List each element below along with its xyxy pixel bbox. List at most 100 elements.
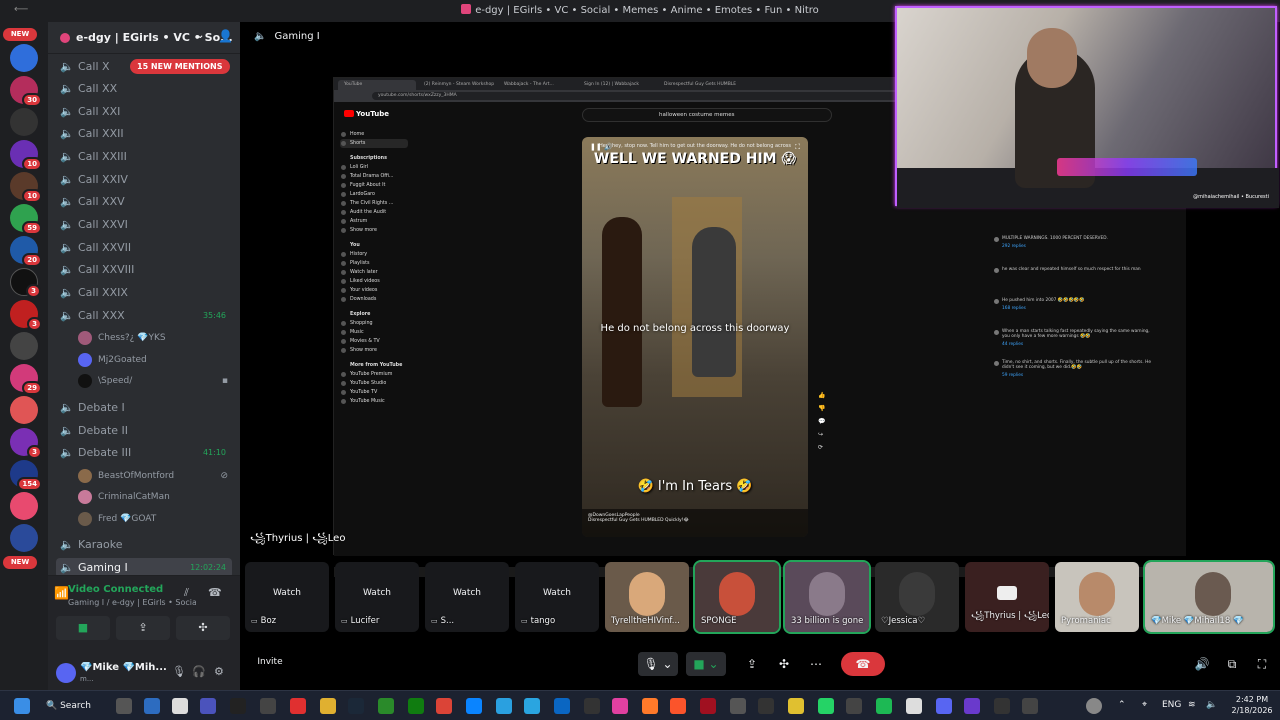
activities-button[interactable]: ✣ (176, 616, 230, 640)
brave-icon[interactable] (670, 698, 686, 714)
subscriptions-heading[interactable]: Subscriptions (340, 154, 408, 163)
server-icon-4[interactable]: 10 (10, 140, 42, 171)
app-icon[interactable] (144, 698, 160, 714)
voice-user[interactable]: Mj2Goated (78, 350, 228, 370)
sidebar-item[interactable]: YouTube Premium (340, 370, 408, 379)
voice-user[interactable]: Chess?¿ 💎YKS (78, 328, 228, 348)
channel-call-xxv[interactable]: 🔈 Call XXV (56, 192, 232, 212)
channel-call-xxiii[interactable]: 🔈 Call XXIII (56, 147, 232, 167)
spotify-icon[interactable] (876, 698, 892, 714)
server-header[interactable]: e-dgy | EGirls • VC • So... ⌄ 👤 (48, 22, 240, 54)
server-icon-10[interactable] (10, 332, 38, 360)
windows-start-icon[interactable] (14, 698, 30, 714)
sidebar-item-home[interactable]: Home (340, 130, 408, 139)
youtube-logo[interactable]: YouTube (344, 110, 389, 118)
sidebar-item[interactable]: YouTube Music (340, 397, 408, 406)
replies-link[interactable]: 168 replies (1002, 306, 1154, 311)
app-icon[interactable] (642, 698, 658, 714)
channel-debate-i[interactable]: 🔈 Debate I (56, 398, 232, 418)
watch-label[interactable]: Watch (425, 588, 509, 598)
app-icon[interactable] (408, 698, 424, 714)
server-icon-13[interactable]: 3 (10, 428, 42, 459)
invite-button[interactable]: Invite (252, 652, 288, 672)
share-screen-button[interactable]: ⇪ (116, 616, 170, 640)
sidebar-item[interactable]: Music (340, 328, 408, 337)
app-icon[interactable] (260, 698, 276, 714)
app-icon[interactable] (758, 698, 774, 714)
activities-icon[interactable]: ✣ (772, 652, 796, 676)
taskbar-clock[interactable]: 2:42 PM 2/18/2026 (1230, 694, 1274, 716)
camera-button[interactable]: ■ (56, 616, 110, 640)
volume-icon[interactable]: 🔊 (1192, 652, 1212, 676)
browser-tab[interactable]: Disrespectful Guy Gets HUMBLED (658, 80, 736, 90)
url-field[interactable]: youtube.com/shorts/wxZzzy_3HMA (372, 92, 972, 100)
comments-icon[interactable]: 💬 (818, 418, 828, 431)
sidebar-sub[interactable]: LardoGaro (340, 190, 408, 199)
replies-link[interactable]: 59 replies (1002, 373, 1154, 378)
participant-tile[interactable]: 💎Mike 💎Mihail18 💎 (1143, 560, 1275, 634)
settings-gear-icon[interactable]: ⚙ (214, 665, 224, 678)
participant-tile[interactable]: ♡Jessica♡ (875, 562, 959, 632)
fullscreen-icon[interactable]: ⛶ (1252, 652, 1272, 676)
server-icon-5[interactable]: 10 (10, 172, 42, 203)
microphone-button[interactable]: 🎙 ⌄ (638, 652, 678, 676)
steam-icon[interactable] (348, 698, 364, 714)
participant-tile[interactable]: Watch ▭ tango (515, 562, 599, 632)
share-screen-icon[interactable]: ⇪ (740, 652, 764, 676)
popout-icon[interactable]: ⧉ (1222, 652, 1242, 676)
voice-user[interactable]: Fred 💎GOAT (78, 509, 228, 529)
voice-channel-path[interactable]: Gaming I / e-dgy | EGirls • Social... (68, 598, 196, 607)
server-icon-8[interactable]: 3 (10, 268, 41, 298)
sidebar-item[interactable]: YouTube Studio (340, 379, 408, 388)
channel-call-xxx[interactable]: 🔈 Call XXX 35:46 (56, 306, 232, 326)
language-indicator[interactable]: ENG (1162, 700, 1181, 710)
disconnect-button[interactable]: ☎ (841, 652, 885, 676)
linkedin-icon[interactable] (554, 698, 570, 714)
add-user-icon[interactable]: 👤 (218, 29, 233, 43)
app-icon[interactable] (846, 698, 862, 714)
voice-user[interactable]: BeastOfMontford ⊘ (78, 466, 228, 486)
microphone-icon[interactable]: 🎙 (172, 665, 186, 678)
sidebar-show-more[interactable]: Show more (340, 226, 408, 235)
app-icon[interactable] (612, 698, 628, 714)
like-icon[interactable]: 👍 (818, 392, 828, 405)
app-icon[interactable] (700, 698, 716, 714)
voice-user[interactable]: \Speed/ ▪ (78, 371, 228, 391)
username[interactable]: 💎Mike 💎Mih... (80, 662, 170, 673)
more-options-icon[interactable]: ⋯ (804, 652, 828, 676)
xbox-icon[interactable] (378, 698, 394, 714)
browser-tab[interactable]: (2) Reinmyn - Steam Workshop (418, 80, 496, 90)
disconnect-icon[interactable]: ☎ (208, 586, 222, 599)
sidebar-item[interactable]: YouTube TV (340, 388, 408, 397)
server-icon-6[interactable]: 59 (10, 204, 42, 235)
replies-link[interactable]: 44 replies (1002, 342, 1154, 347)
sidebar-item[interactable]: Playlists (340, 259, 408, 268)
teams-icon[interactable] (200, 698, 216, 714)
app-icon[interactable] (906, 698, 922, 714)
discord-icon[interactable] (936, 698, 952, 714)
channel-debate-iii[interactable]: 🔈 Debate III 41:10 (56, 443, 232, 463)
replies-link[interactable]: 292 replies (1002, 244, 1154, 249)
telegram-icon[interactable] (524, 698, 540, 714)
channel-karaoke[interactable]: 🔈 Karaoke (56, 535, 232, 555)
sidebar-item[interactable]: Movies & TV (340, 337, 408, 346)
file-explorer-icon[interactable] (320, 698, 336, 714)
app-icon[interactable] (730, 698, 746, 714)
app-icon[interactable] (1022, 698, 1038, 714)
noise-suppression-icon[interactable]: ⫽ (184, 586, 189, 600)
sidebar-item[interactable]: Liked videos (340, 277, 408, 286)
server-icon-1[interactable] (10, 44, 38, 72)
app-icon[interactable] (230, 698, 246, 714)
task-view-icon[interactable] (116, 698, 132, 714)
sidebar-item[interactable]: Show more (340, 346, 408, 355)
whatsapp-icon[interactable] (818, 698, 834, 714)
participant-tile[interactable]: TyrelltheHIVinf... (605, 562, 689, 632)
sidebar-sub[interactable]: Total Drama Offi... (340, 172, 408, 181)
weather-icon[interactable] (1086, 698, 1102, 714)
app-icon[interactable] (496, 698, 512, 714)
sidebar-item[interactable]: History (340, 250, 408, 259)
app-icon[interactable] (290, 698, 306, 714)
channel-call-xxvi[interactable]: 🔈 Call XXVI (56, 215, 232, 235)
sidebar-sub[interactable]: Fuggit About It (340, 181, 408, 190)
sidebar-item[interactable]: Watch later (340, 268, 408, 277)
